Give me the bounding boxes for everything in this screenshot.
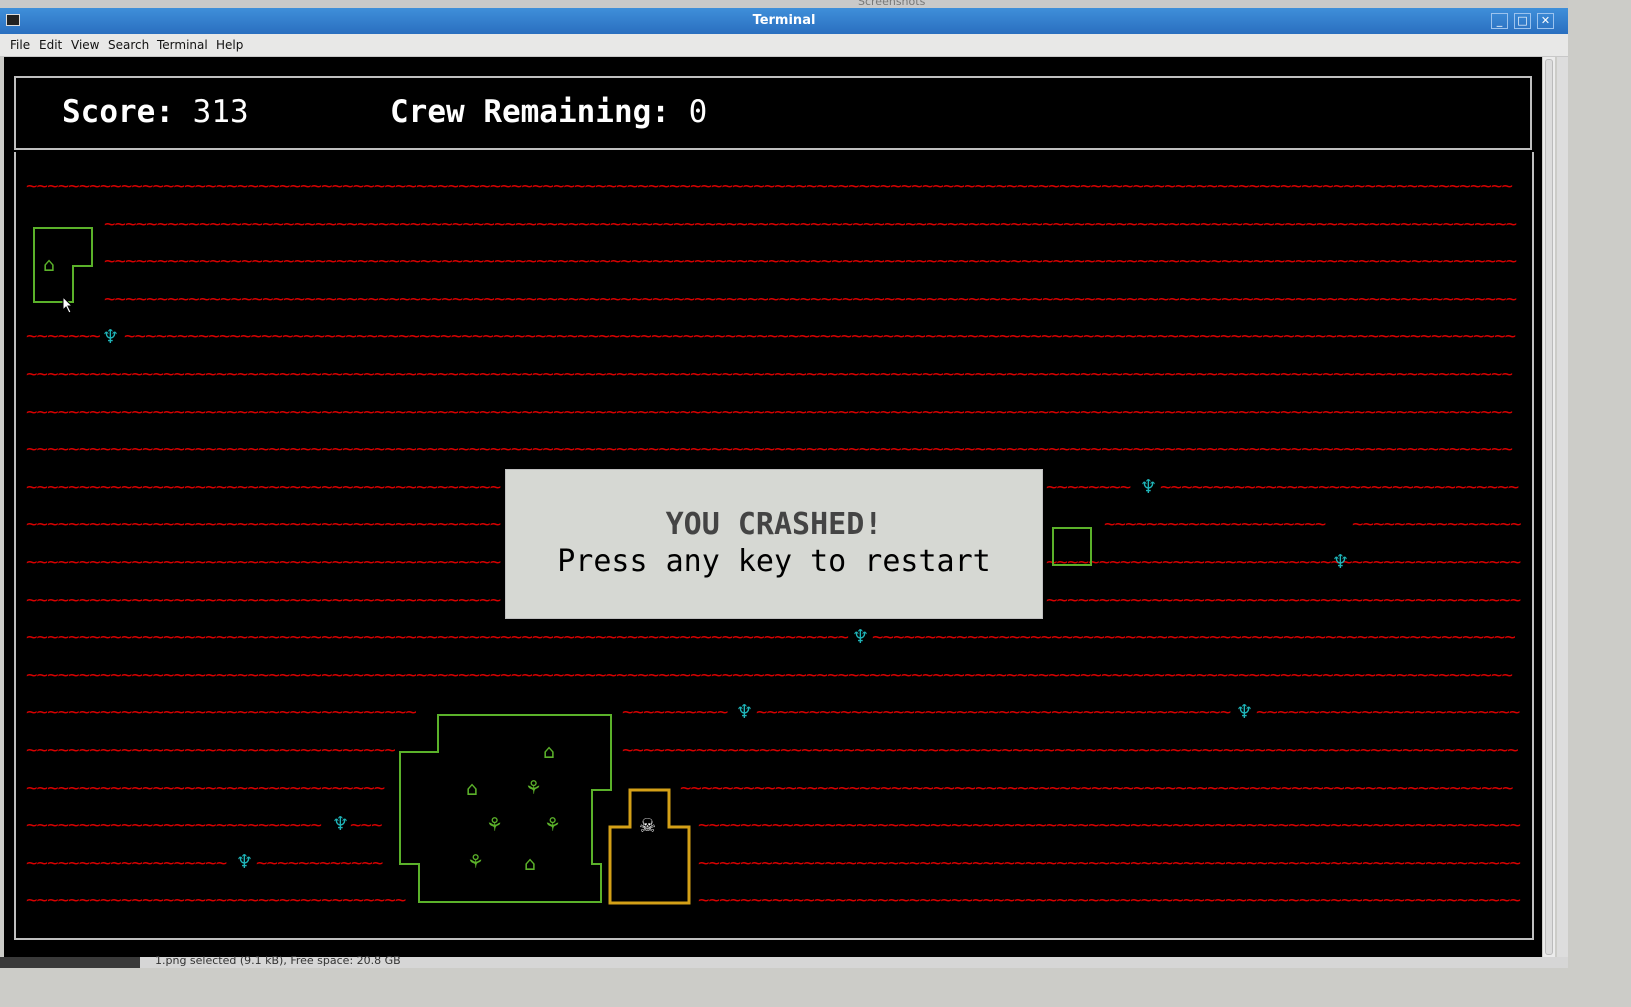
- anchor-icon: ♆: [1236, 701, 1254, 723]
- anchor-icon: ♆: [1140, 476, 1158, 498]
- player-ship-outline: [608, 788, 691, 905]
- status-bar: 1.png selected (9.1 kB), Free space: 20.…: [0, 954, 1568, 968]
- hut-icon: ⌂: [466, 778, 479, 800]
- survivor-icon: ⚘: [525, 777, 543, 799]
- hut-icon: ⌂: [43, 254, 56, 276]
- anchor-icon: ♆: [1332, 551, 1350, 573]
- pirate-icon: ☠: [639, 815, 657, 837]
- anchor-icon: ♆: [236, 851, 254, 873]
- hut-icon: ⌂: [543, 741, 556, 763]
- survivor-icon: ⚘: [486, 814, 504, 836]
- hut-icon: ⌂: [524, 853, 537, 875]
- crash-title: YOU CRASHED!: [665, 507, 883, 542]
- anchor-icon: ♆: [102, 326, 120, 348]
- status-text: 1.png selected (9.1 kB), Free space: 20.…: [155, 954, 401, 967]
- status-bar-dark: [0, 957, 140, 968]
- anchor-icon: ♆: [736, 701, 754, 723]
- anchor-icon: ♆: [332, 813, 350, 835]
- anchor-icon: ♆: [852, 626, 870, 648]
- restart-message: Press any key to restart: [557, 544, 991, 579]
- survivor-icon: ⚘: [467, 851, 485, 873]
- island-bottom: [399, 714, 612, 903]
- crash-dialog: YOU CRASHED! Press any key to restart: [505, 469, 1043, 619]
- survivor-icon: ⚘: [544, 814, 562, 836]
- mouse-cursor-icon: [62, 296, 74, 314]
- island-small-right: [1052, 527, 1092, 566]
